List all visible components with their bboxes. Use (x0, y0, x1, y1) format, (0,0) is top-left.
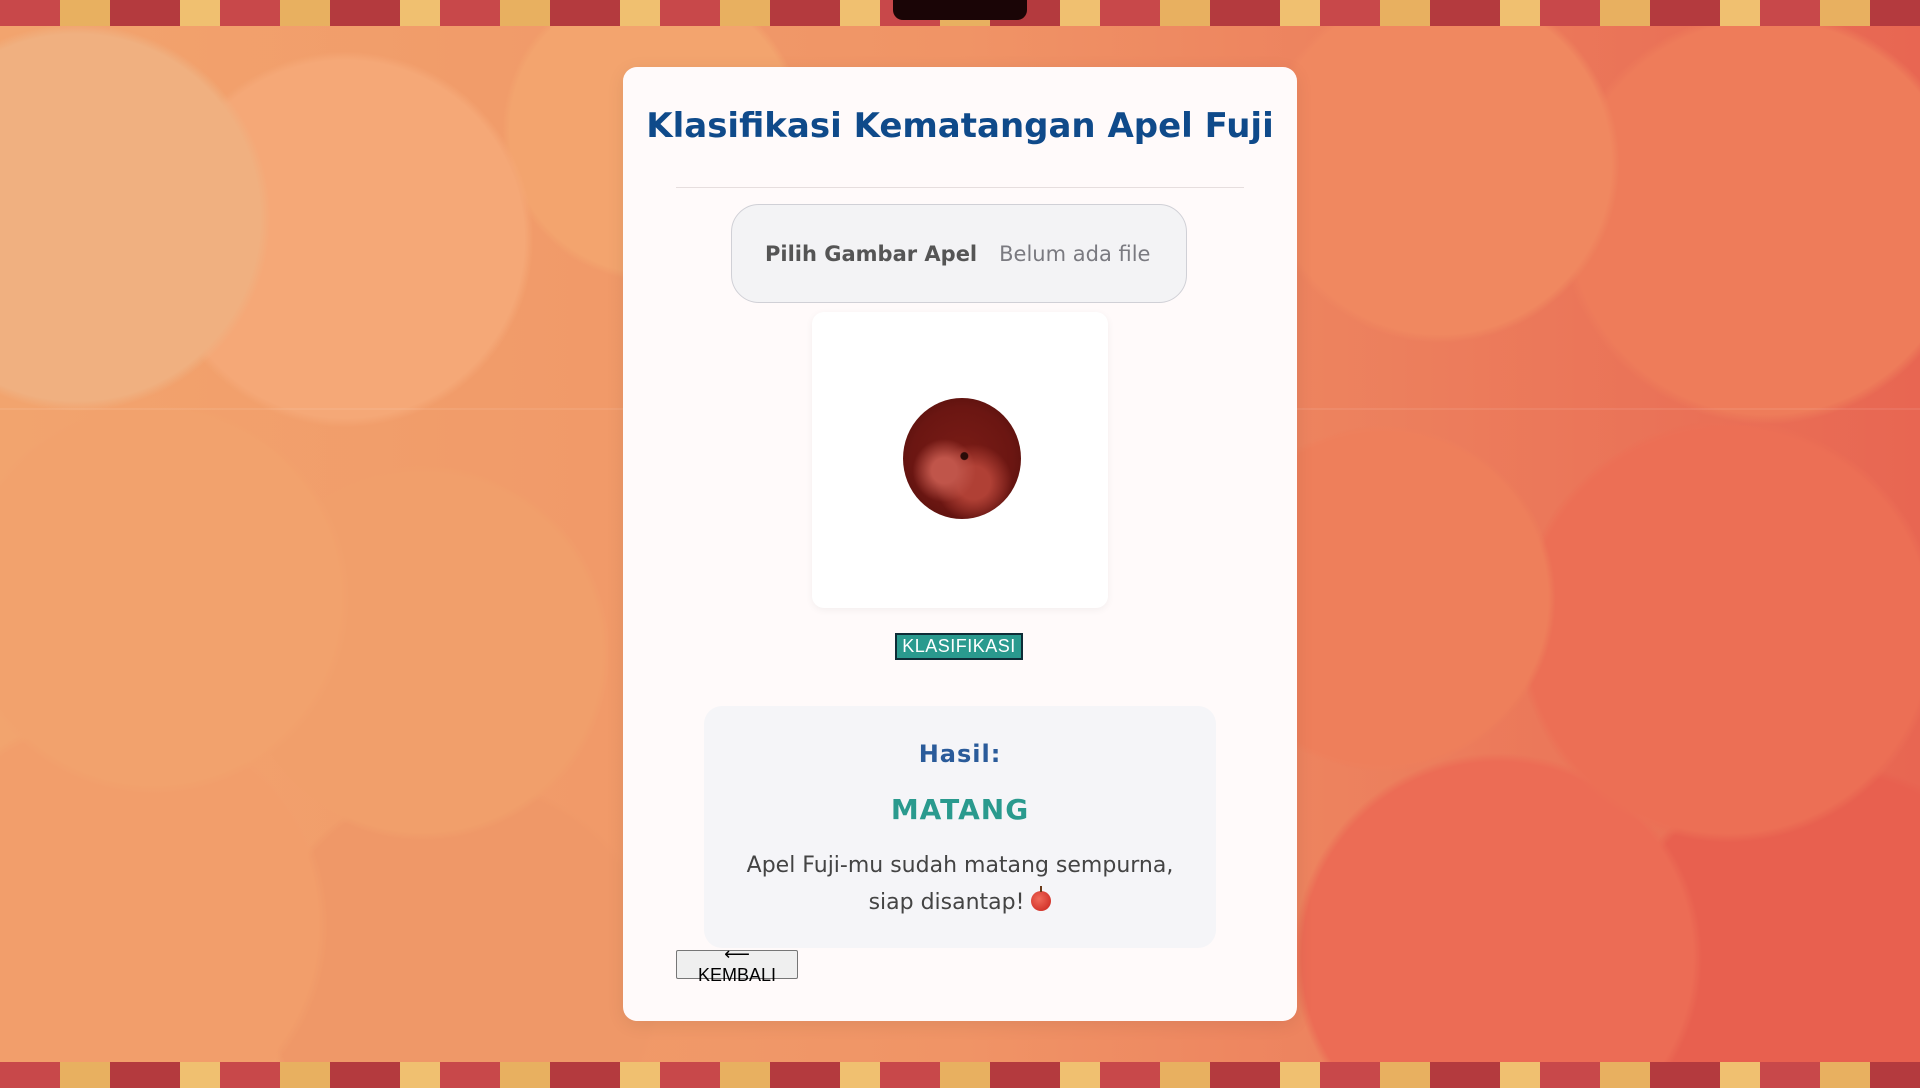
result-description: Apel Fuji-mu sudah matang sempurna, siap… (736, 847, 1184, 921)
classify-button[interactable]: KLASIFIKASI (895, 633, 1023, 660)
camera-notch (893, 0, 1027, 20)
result-label: Hasil: (918, 740, 1002, 768)
back-button[interactable]: ⟵ KEMBALI (676, 944, 798, 985)
file-status-text: Belum ada file (999, 241, 1151, 266)
result-description-text: Apel Fuji-mu sudah matang sempurna, siap… (746, 853, 1174, 915)
choose-file-button[interactable]: Pilih Gambar Apel (765, 242, 977, 266)
background-strip-bottom (0, 1062, 1920, 1088)
title-divider (676, 187, 1244, 188)
page-title: Klasifikasi Kematangan Apel Fuji (646, 106, 1274, 146)
red-apple-icon (1031, 886, 1052, 911)
apple-preview-image (903, 398, 1021, 519)
result-value: MATANG (890, 793, 1030, 826)
file-input[interactable]: Pilih Gambar Apel Belum ada file (731, 204, 1187, 303)
